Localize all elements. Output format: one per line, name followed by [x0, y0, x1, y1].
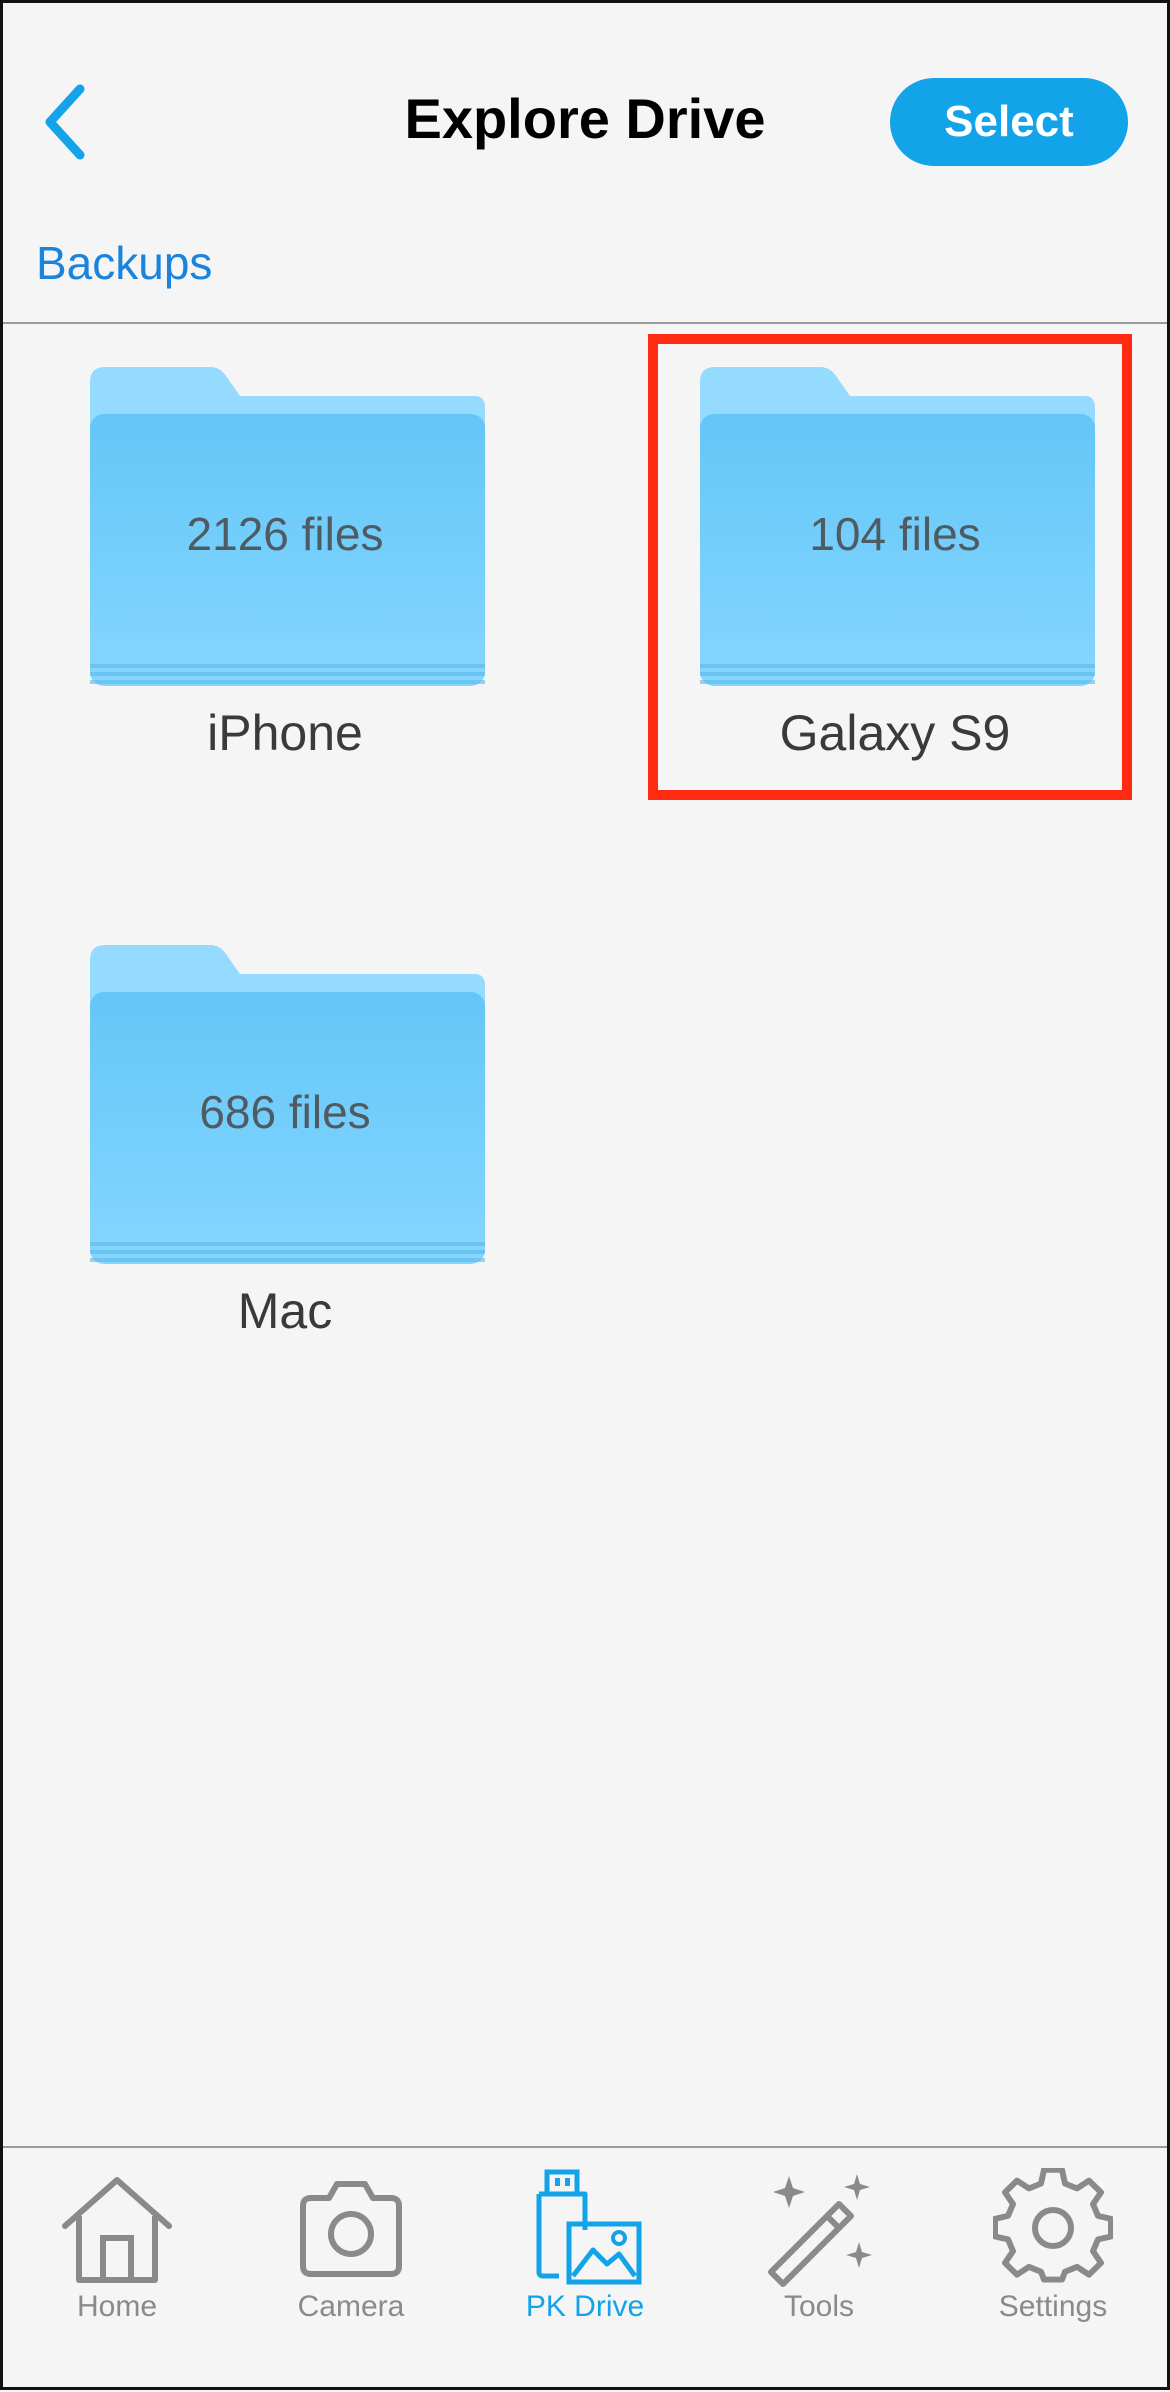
breadcrumb-backups[interactable]: Backups: [36, 236, 212, 290]
select-button[interactable]: Select: [890, 78, 1128, 166]
selection-highlight-box: [648, 334, 1132, 800]
tab-label: PK Drive: [525, 2290, 645, 2323]
folder-iphone[interactable]: 2126 files iPhone: [50, 362, 485, 792]
tab-label: Camera: [297, 2290, 405, 2323]
tab-label: Settings: [998, 2290, 1108, 2323]
home-icon: [62, 2177, 172, 2283]
nav-header: Explore Drive Select: [0, 0, 1170, 240]
tab-label: Tools: [783, 2290, 855, 2323]
camera-icon: [300, 2181, 402, 2277]
tab-label: Home: [76, 2290, 158, 2323]
tab-camera[interactable]: Camera: [234, 2148, 468, 2392]
magic-wand-icon: [768, 2174, 872, 2287]
gear-icon: [993, 2168, 1113, 2283]
tab-pk-drive[interactable]: PK Drive: [468, 2148, 702, 2392]
folder-file-count: 2126 files: [186, 508, 384, 560]
folder-file-count: 686 files: [199, 1086, 371, 1138]
folder-mac[interactable]: 686 files Mac: [50, 940, 485, 1370]
pk-drive-icon: [536, 2169, 642, 2285]
tab-tools[interactable]: Tools: [702, 2148, 936, 2392]
tab-settings[interactable]: Settings: [936, 2148, 1170, 2392]
folder-name: Mac: [237, 1283, 333, 1339]
tab-home[interactable]: Home: [0, 2148, 234, 2392]
tab-bar: Home Camera PK Drive Tools Settings: [0, 2146, 1170, 2392]
folder-name: iPhone: [207, 705, 363, 761]
header-divider: [0, 322, 1170, 324]
